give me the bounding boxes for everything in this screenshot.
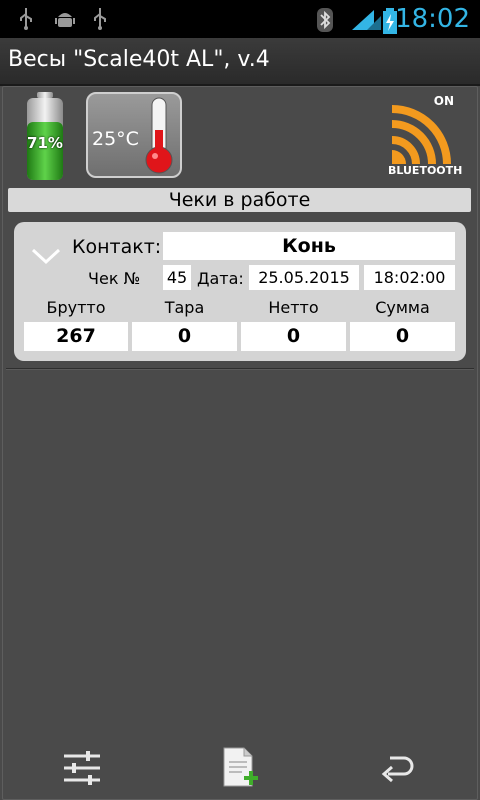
main-content: 71% 25°C ON BLUETOOTH Чеки в работе Конт… xyxy=(0,86,480,800)
battery-indicator: 71% xyxy=(24,92,66,186)
new-document-icon xyxy=(223,747,258,787)
bluetooth-label: BLUETOOTH xyxy=(388,164,463,177)
status-bar: 18:02 xyxy=(0,0,480,38)
check-number-field[interactable]: 45 xyxy=(163,265,191,290)
temperature-indicator: 25°C xyxy=(86,92,182,178)
list-divider xyxy=(6,368,474,370)
sum-field[interactable]: 0 xyxy=(350,322,455,351)
temperature-value: 25°C xyxy=(92,128,139,150)
android-debug-icon xyxy=(55,13,75,27)
clock: 18:02 xyxy=(395,4,470,34)
back-button[interactable] xyxy=(368,740,428,796)
gross-field[interactable]: 267 xyxy=(24,322,128,351)
undo-icon xyxy=(381,756,414,783)
usb-icon xyxy=(20,8,32,30)
sum-label: Сумма xyxy=(375,298,430,317)
sliders-icon xyxy=(64,751,100,785)
add-check-button[interactable] xyxy=(210,740,270,796)
tare-label: Тара xyxy=(164,298,205,317)
net-label: Нетто xyxy=(268,298,319,317)
usb-icon xyxy=(94,8,106,30)
thermometer-icon xyxy=(145,97,173,174)
battery-percent: 71% xyxy=(27,134,63,152)
app-title: Весы "Scale40t AL", v.4 xyxy=(8,47,270,72)
net-field[interactable]: 0 xyxy=(241,322,346,351)
settings-button[interactable] xyxy=(52,740,112,796)
action-bar: Весы "Scale40t AL", v.4 xyxy=(0,38,480,86)
date-label: Дата: xyxy=(197,269,244,288)
gross-label: Брутто xyxy=(46,298,106,317)
section-header: Чеки в работе xyxy=(8,188,471,212)
time-field[interactable]: 18:02:00 xyxy=(364,265,455,290)
bluetooth-indicator[interactable]: ON BLUETOOTH xyxy=(388,94,463,178)
bluetooth-icon xyxy=(317,8,333,32)
bottom-toolbar xyxy=(0,740,480,800)
contact-field[interactable]: Конь xyxy=(163,232,455,260)
check-card[interactable]: Контакт: Конь Чек № 45 Дата: 25.05.2015 … xyxy=(14,222,466,361)
tare-field[interactable]: 0 xyxy=(132,322,237,351)
chevron-down-icon[interactable] xyxy=(30,246,62,266)
bluetooth-signal-icon xyxy=(391,105,451,165)
contact-label: Контакт: xyxy=(72,236,162,258)
check-number-label: Чек № xyxy=(88,269,141,288)
signal-icon xyxy=(367,16,381,30)
date-field[interactable]: 25.05.2015 xyxy=(249,265,359,290)
